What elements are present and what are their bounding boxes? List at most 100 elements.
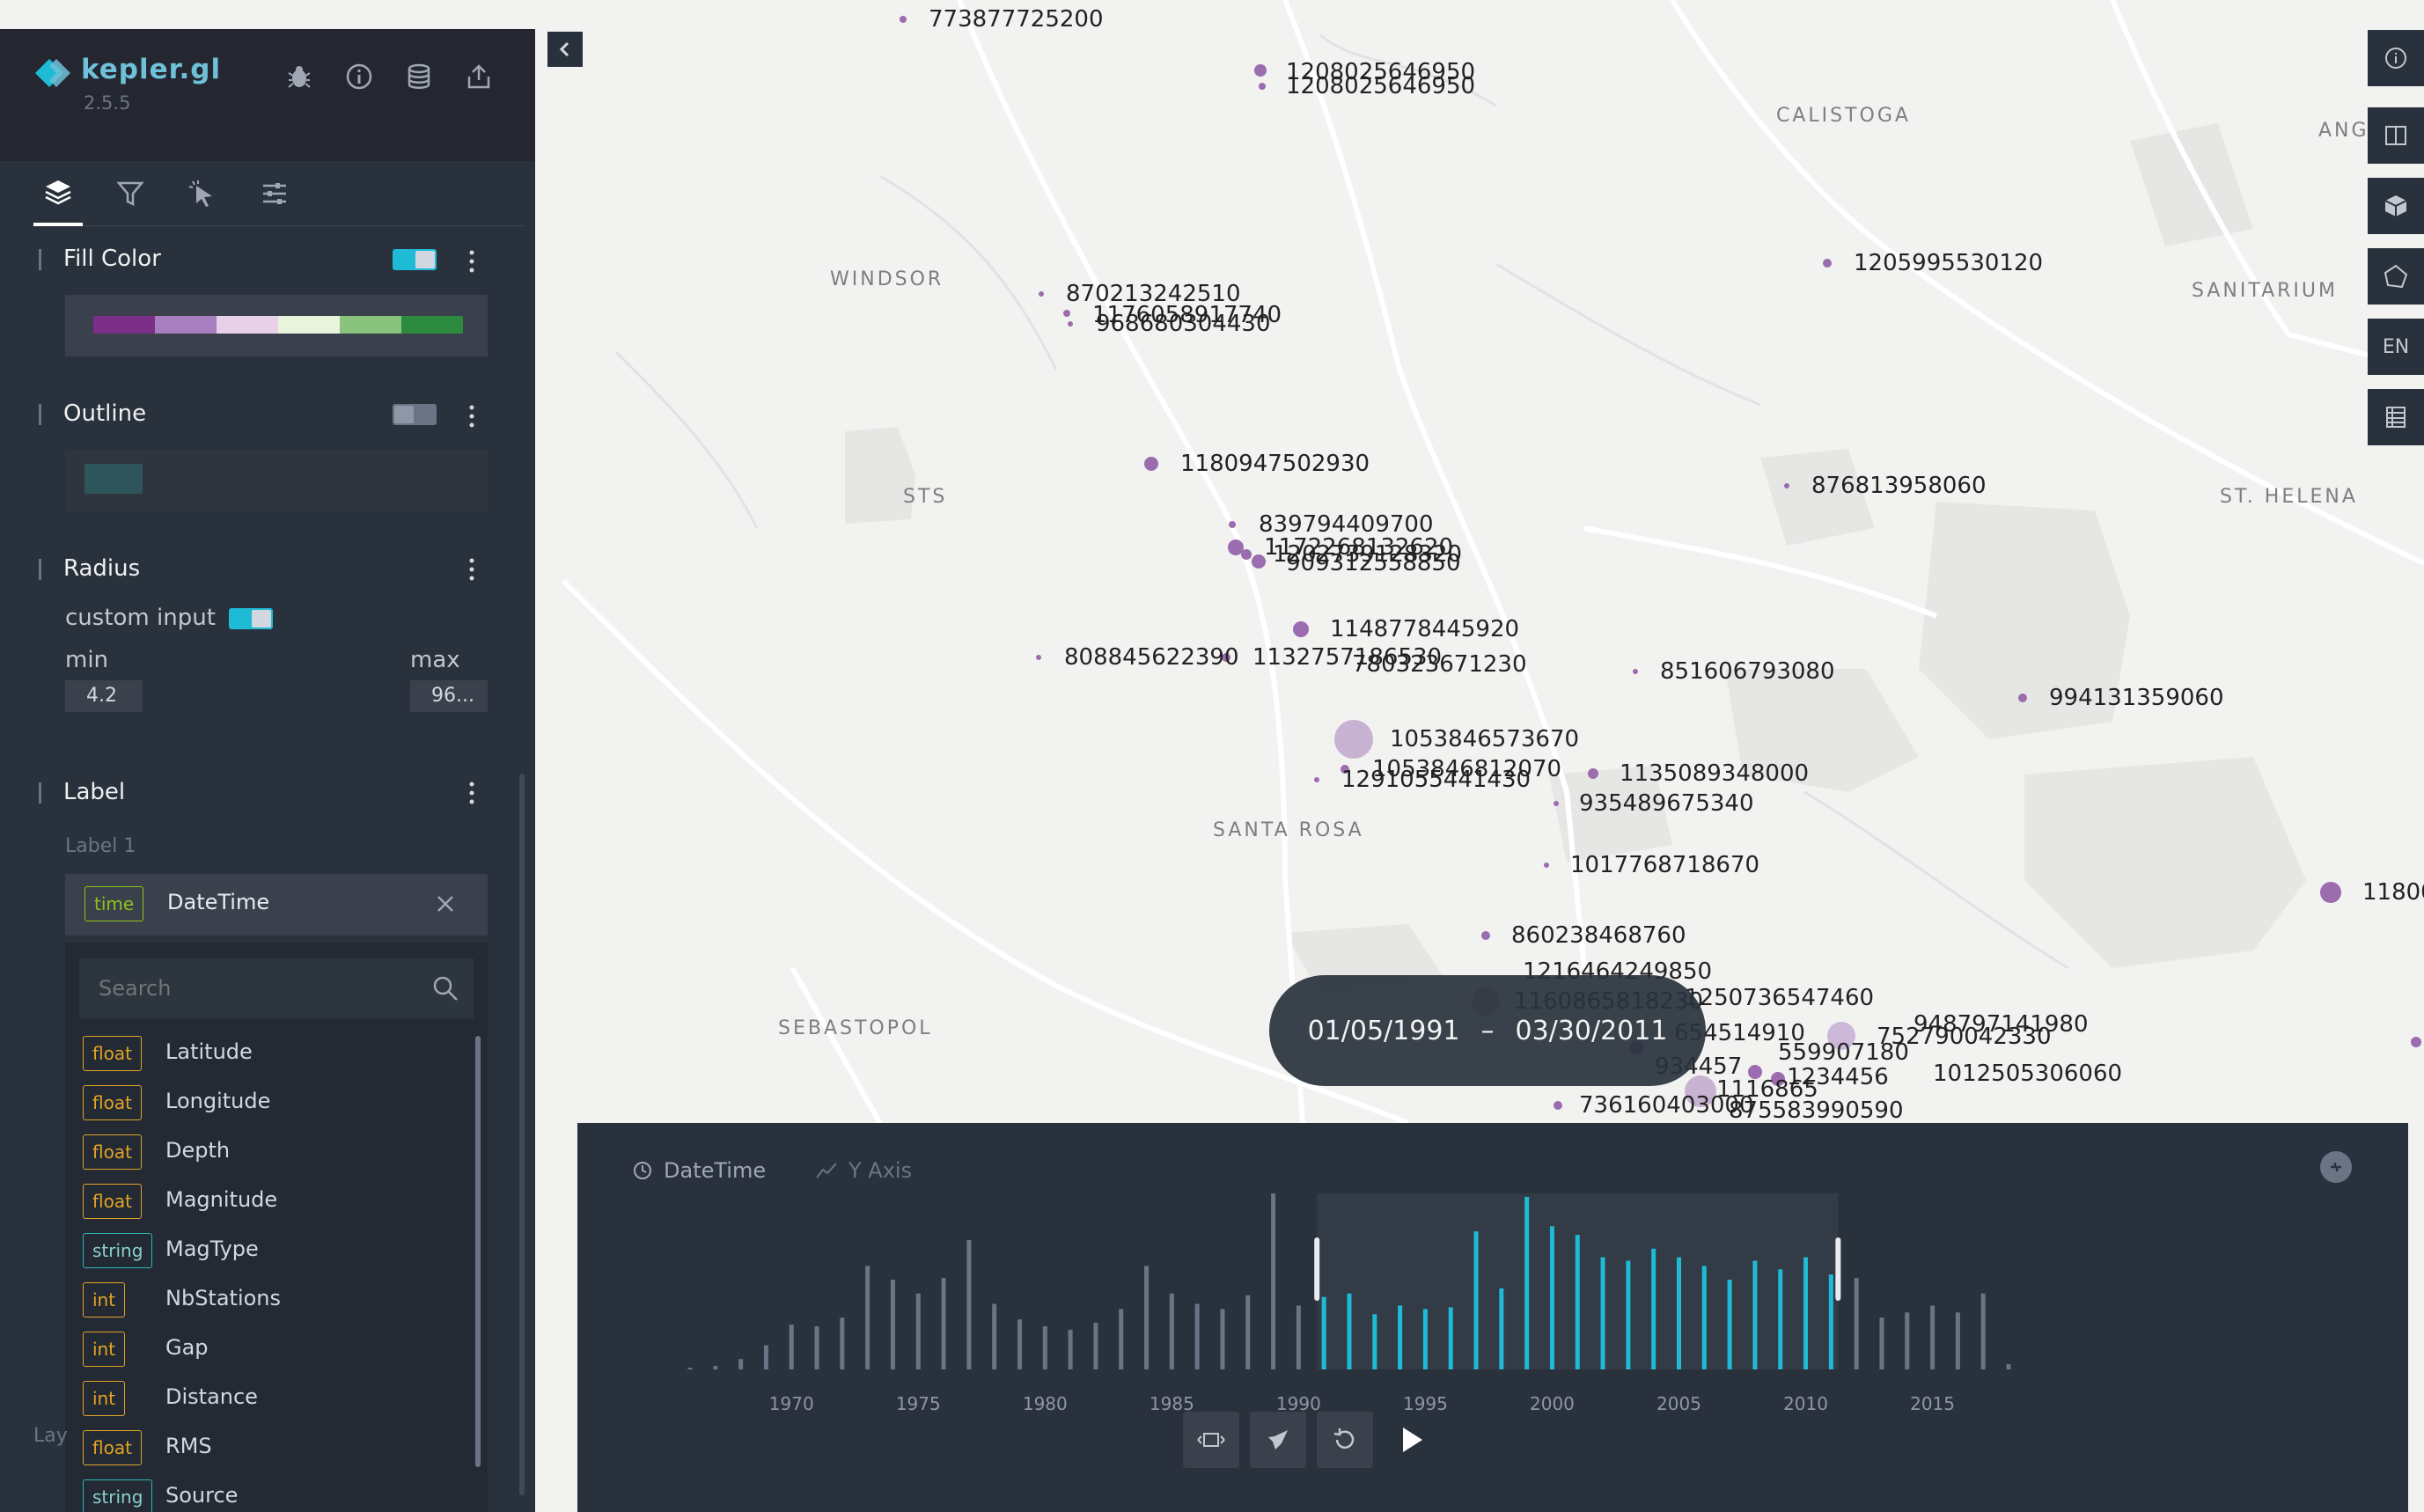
- language-button[interactable]: EN: [2368, 319, 2424, 375]
- field-option-distance[interactable]: int Distance: [83, 1379, 452, 1418]
- tab-interactions[interactable]: [178, 161, 227, 226]
- field-option-depth[interactable]: float Depth: [83, 1133, 452, 1171]
- place-windsor: WINDSOR: [830, 268, 944, 290]
- x-tick-label: 1970: [769, 1393, 814, 1414]
- field-option-label: Depth: [165, 1138, 231, 1163]
- more-options-icon[interactable]: [461, 247, 482, 275]
- clock-icon: [634, 1162, 651, 1179]
- radius-max-input[interactable]: 96...: [410, 680, 488, 712]
- histogram-bar: [840, 1317, 845, 1369]
- play-button[interactable]: [1384, 1412, 1440, 1468]
- split-map-button[interactable]: [2368, 107, 2424, 164]
- color-swatch: [155, 316, 217, 334]
- field-option-nbstations[interactable]: int NbStations: [83, 1281, 452, 1319]
- color-range-selector[interactable]: [65, 295, 488, 356]
- field-option-longitude[interactable]: float Longitude: [83, 1083, 452, 1122]
- bug-report-button[interactable]: [282, 59, 317, 94]
- field-option-label: Magnitude: [165, 1187, 278, 1212]
- sliders-icon: [263, 183, 286, 204]
- custom-input-label: custom input: [65, 605, 216, 631]
- playback-speed-button[interactable]: [1250, 1412, 1306, 1468]
- cube-icon: [2384, 195, 2407, 217]
- histogram-bar: [1930, 1305, 1936, 1369]
- histogram-bar: [1879, 1317, 1884, 1369]
- share-button[interactable]: [461, 59, 496, 94]
- field-option-latitude[interactable]: float Latitude: [83, 1034, 452, 1073]
- radius-min-input[interactable]: 4.2: [65, 680, 143, 712]
- tab-map-settings[interactable]: [250, 161, 299, 226]
- field-type-tag: int: [83, 1381, 126, 1416]
- y-axis-selector[interactable]: Y Axis: [815, 1158, 912, 1183]
- field-type-tag: float: [83, 1085, 142, 1120]
- histogram-bar: [1677, 1257, 1681, 1369]
- point-label: 935489675340: [1579, 790, 1754, 817]
- more-options-icon[interactable]: [461, 779, 482, 807]
- side-panel-scrollbar[interactable]: [519, 774, 525, 1495]
- draw-polygon-button[interactable]: [2368, 248, 2424, 305]
- data-table-button[interactable]: [2368, 389, 2424, 445]
- side-panel-tabs: [32, 161, 525, 226]
- point-label: 909312558850: [1286, 550, 1461, 576]
- share-icon: [467, 64, 490, 89]
- info-icon: [2385, 48, 2406, 69]
- time-range-display: 01/05/1991 – 03/30/2011: [1269, 975, 1706, 1086]
- field-search-box[interactable]: [79, 958, 474, 1018]
- point-label: 773877725200: [929, 6, 1104, 33]
- time-field-selector[interactable]: DateTime: [632, 1158, 766, 1183]
- rocket-icon: [1268, 1430, 1288, 1450]
- add-data-button[interactable]: [401, 59, 437, 94]
- info-button[interactable]: [342, 59, 377, 94]
- histogram-bar: [1778, 1269, 1783, 1369]
- point-label: 851606793080: [1660, 658, 1835, 685]
- field-option-magtype[interactable]: string MagType: [83, 1231, 452, 1270]
- collapse-sidebar-button[interactable]: [547, 32, 583, 67]
- side-panel: kepler.gl 2.5.5 Fill Color Outline Radiu…: [0, 29, 535, 1512]
- layer-config-panel: Fill Color Outline Radius custom input m…: [0, 228, 535, 1512]
- outline-color-selector[interactable]: [65, 450, 488, 511]
- histogram-bar: [992, 1303, 997, 1369]
- close-icon[interactable]: [435, 893, 456, 914]
- histogram-bar: [687, 1368, 693, 1369]
- histogram-bar: [1422, 1309, 1428, 1369]
- histogram-bar: [1245, 1295, 1251, 1369]
- tab-filters[interactable]: [106, 161, 155, 226]
- histogram-bar: [1524, 1196, 1530, 1369]
- polygon-icon: [2384, 264, 2408, 289]
- field-option-gap[interactable]: int Gap: [83, 1330, 452, 1369]
- outline-toggle[interactable]: [393, 404, 437, 425]
- x-tick-label: 2010: [1783, 1393, 1828, 1414]
- collapse-timeline-button[interactable]: [2320, 1151, 2352, 1183]
- x-tick-label: 1980: [1023, 1393, 1068, 1414]
- histogram-bar: [1854, 1278, 1859, 1369]
- field-option-source[interactable]: string Source: [83, 1478, 452, 1512]
- time-histogram[interactable]: 1970 1975 1980 1985 1990 1995 2000 2005 2010 2015: [577, 1193, 2056, 1422]
- histogram-bar: [1347, 1293, 1352, 1369]
- point-label: 876813958060: [1811, 473, 1987, 499]
- outline-title: Outline: [39, 400, 146, 427]
- custom-input-toggle[interactable]: [229, 608, 273, 629]
- field-option-magnitude[interactable]: float Magnitude: [83, 1182, 452, 1221]
- more-options-icon[interactable]: [461, 402, 482, 430]
- histogram-bar: [865, 1266, 870, 1369]
- field-search-input[interactable]: [79, 958, 414, 1018]
- y-axis-label: Y Axis: [848, 1158, 913, 1183]
- dropdown-scrollbar[interactable]: [475, 1036, 481, 1467]
- histogram-bar: [941, 1278, 946, 1369]
- label-field-select[interactable]: time DateTime: [65, 874, 488, 936]
- fill-color-toggle[interactable]: [393, 249, 437, 270]
- reset-button[interactable]: [1317, 1412, 1373, 1468]
- range-start-handle[interactable]: [1314, 1237, 1320, 1301]
- range-end-handle[interactable]: [1835, 1237, 1841, 1301]
- playback-window-button[interactable]: [1183, 1412, 1239, 1468]
- 3d-map-button[interactable]: [2368, 178, 2424, 234]
- tab-layers[interactable]: [33, 161, 83, 226]
- side-panel-header: kepler.gl 2.5.5: [0, 29, 535, 161]
- point-label: 1234456: [1787, 1064, 1889, 1090]
- field-option-rms[interactable]: float RMS: [83, 1428, 452, 1467]
- more-options-icon[interactable]: [461, 555, 482, 584]
- x-tick-label: 2005: [1656, 1393, 1701, 1414]
- point-label: 1017768718670: [1570, 852, 1759, 878]
- histogram-bar: [1220, 1309, 1225, 1369]
- histogram-bar: [890, 1280, 895, 1369]
- map-legend-button[interactable]: [2368, 30, 2424, 86]
